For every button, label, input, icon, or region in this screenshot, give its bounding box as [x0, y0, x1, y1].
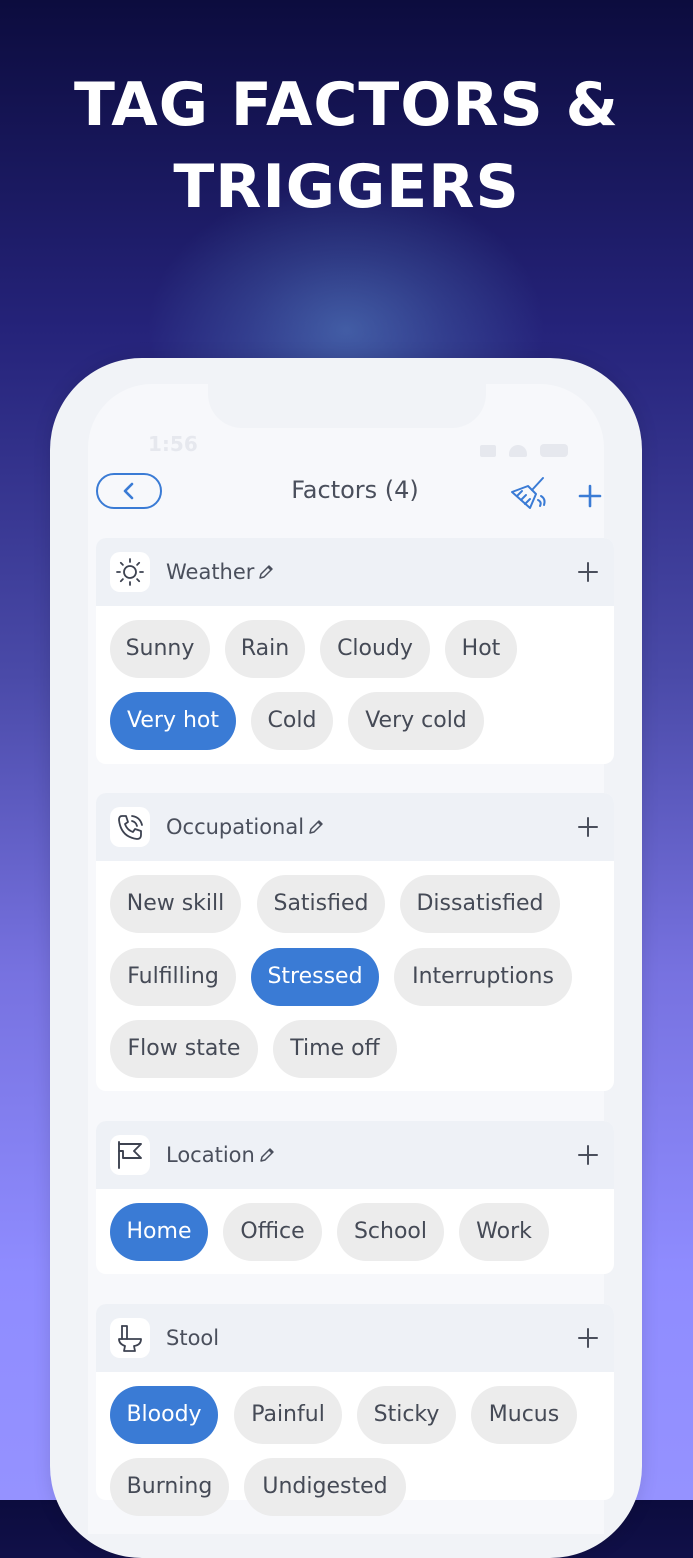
- factor-chip[interactable]: Rain: [225, 620, 305, 678]
- factor-chip[interactable]: Satisfied: [257, 875, 385, 933]
- factor-chip[interactable]: Home: [110, 1203, 208, 1261]
- factor-chip[interactable]: New skill: [110, 875, 241, 933]
- toilet-icon: [110, 1318, 150, 1358]
- phone-notch: [208, 374, 486, 428]
- phone-icon: [110, 807, 150, 847]
- factor-chip[interactable]: Mucus: [471, 1386, 577, 1444]
- chevron-left-icon: [123, 482, 134, 500]
- flag-icon: [110, 1135, 150, 1175]
- category-label: Occupational: [166, 815, 305, 839]
- factor-chip[interactable]: Very hot: [110, 692, 236, 750]
- category-name[interactable]: Weather: [166, 560, 275, 584]
- category-label: Stool: [166, 1326, 220, 1350]
- headline-line-2: TRIGGERS: [173, 152, 520, 222]
- factor-chip[interactable]: Sunny: [110, 620, 210, 678]
- headline-line-1: TAG FACTORS &: [74, 70, 619, 140]
- factor-chip[interactable]: Stressed: [251, 948, 379, 1006]
- category-name[interactable]: Location: [166, 1143, 276, 1167]
- factor-chip[interactable]: Cold: [251, 692, 333, 750]
- factor-chip[interactable]: Very cold: [348, 692, 484, 750]
- factor-chip[interactable]: Office: [223, 1203, 322, 1261]
- factor-chip[interactable]: Hot: [445, 620, 517, 678]
- factor-chip[interactable]: Fulfilling: [110, 948, 236, 1006]
- status-time: 1:56: [148, 432, 198, 456]
- add-factor-button[interactable]: [574, 1324, 602, 1352]
- add-factor-button[interactable]: [574, 1141, 602, 1169]
- add-category-button[interactable]: [574, 478, 606, 514]
- page-title: Factors (4): [291, 476, 419, 504]
- factor-chip[interactable]: Time off: [273, 1020, 397, 1078]
- category-header: Stool: [96, 1304, 614, 1372]
- factor-chip[interactable]: Dissatisfied: [400, 875, 560, 933]
- pencil-icon[interactable]: [307, 818, 325, 836]
- category-label: Weather: [166, 560, 255, 584]
- factor-chip[interactable]: Sticky: [357, 1386, 456, 1444]
- battery-icon: [540, 444, 569, 457]
- factor-chip[interactable]: Bloody: [110, 1386, 218, 1444]
- add-factor-button[interactable]: [574, 558, 602, 586]
- add-factor-button[interactable]: [574, 813, 602, 841]
- factor-chip[interactable]: Painful: [234, 1386, 342, 1444]
- factor-chip[interactable]: Burning: [110, 1458, 229, 1516]
- factor-chip[interactable]: Work: [459, 1203, 549, 1261]
- back-button[interactable]: [96, 473, 162, 509]
- factor-chip[interactable]: Interruptions: [394, 948, 572, 1006]
- broom-icon[interactable]: [508, 474, 548, 514]
- signal-icon: [480, 445, 496, 457]
- factor-chip[interactable]: School: [337, 1203, 444, 1261]
- factor-chip[interactable]: Flow state: [110, 1020, 258, 1078]
- category-name[interactable]: Occupational: [166, 815, 325, 839]
- sun-icon: [110, 552, 150, 592]
- factor-chip[interactable]: Undigested: [244, 1458, 406, 1516]
- category-name[interactable]: Stool: [166, 1326, 219, 1350]
- status-icons: [480, 438, 576, 457]
- factor-chip[interactable]: Cloudy: [320, 620, 430, 678]
- wifi-icon: [509, 445, 528, 457]
- category-header: Weather: [96, 538, 614, 606]
- category-header: Location: [96, 1121, 614, 1189]
- category-header: Occupational: [96, 793, 614, 861]
- headline: TAG FACTORS & TRIGGERS: [0, 64, 693, 228]
- pencil-icon[interactable]: [258, 1146, 276, 1164]
- category-label: Location: [166, 1143, 255, 1167]
- pencil-icon[interactable]: [257, 563, 275, 581]
